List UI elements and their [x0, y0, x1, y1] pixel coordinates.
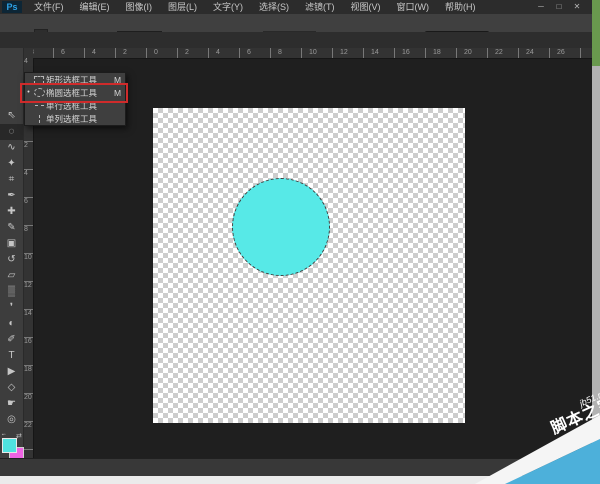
- document-canvas[interactable]: [153, 108, 465, 423]
- ruler-number: 12: [340, 48, 348, 57]
- menu-item[interactable]: 窗口(W): [389, 0, 438, 14]
- ruler-number: 4: [92, 48, 96, 57]
- zoom-tool[interactable]: ◎: [0, 412, 23, 428]
- menu-item[interactable]: 文件(F): [26, 0, 72, 14]
- ruler-number: 4: [216, 48, 220, 57]
- menu-item[interactable]: 图层(L): [160, 0, 205, 14]
- ruler-number: 2: [185, 48, 189, 57]
- ruler-number: 2: [123, 48, 127, 57]
- ruler-number: 20: [24, 394, 32, 401]
- foreground-color-swatch[interactable]: [2, 438, 17, 453]
- ruler-number: 6: [61, 48, 65, 57]
- ruler-number: 22: [24, 422, 32, 429]
- close-button[interactable]: ✕: [568, 0, 586, 14]
- brush-tool[interactable]: ✎: [0, 220, 23, 236]
- menu-item[interactable]: 编辑(E): [72, 0, 118, 14]
- desktop-edge-green: [592, 0, 600, 66]
- dashed-column-icon: [32, 115, 46, 123]
- horizontal-ruler: 864202468101214161820222426: [23, 48, 592, 59]
- dashed-row-icon: [32, 105, 46, 106]
- ruler-number: 6: [24, 198, 28, 205]
- menu-item[interactable]: 视图(V): [343, 0, 389, 14]
- tab-bar: 未标题-1 @ 25% (图层 1, RGB/8) * ×: [0, 32, 600, 48]
- dodge-tool[interactable]: ◐: [0, 316, 23, 332]
- ruler-number: 0: [154, 48, 158, 57]
- ruler-number: 24: [526, 48, 534, 57]
- pen-tool[interactable]: ✐: [0, 332, 23, 348]
- ruler-number: 26: [557, 48, 565, 57]
- photoshop-window: Ps 文件(F)编辑(E)图像(I)图层(L)文字(Y)选择(S)滤镜(T)视图…: [0, 0, 600, 484]
- ruler-number: 16: [402, 48, 410, 57]
- ruler-number: 4: [24, 58, 28, 65]
- options-bar: ▾ □◫⊟⊡ 羽化: 0 像素 ✓ 消除锯齿 样式: 正常 ▾ 宽度: ⇄ 高度…: [0, 14, 600, 33]
- ruler-number: 8: [24, 226, 28, 233]
- flyout-item[interactable]: 单列选框工具: [25, 112, 125, 125]
- ruler-number: 18: [433, 48, 441, 57]
- history-brush-tool[interactable]: ↺: [0, 252, 23, 268]
- dashed-column-icon-shape: [39, 115, 40, 123]
- tools-panel: ⇖◌∿✦⌗✒✚✎▣↺▱▒❜◐✐T▶◇☛◎ ▪▫ ⇄ ◧ ▤: [0, 48, 24, 458]
- ruler-number: 20: [464, 48, 472, 57]
- menu-item[interactable]: 滤镜(T): [297, 0, 343, 14]
- maximize-button[interactable]: □: [550, 0, 568, 14]
- menu-item[interactable]: 帮助(H): [437, 0, 484, 14]
- path-selection-tool[interactable]: ▶: [0, 364, 23, 380]
- elliptical-selection-circle: [232, 178, 330, 276]
- quick-selection-tool[interactable]: ✦: [0, 156, 23, 172]
- ruler-number: 22: [495, 48, 503, 57]
- ruler-number: 8: [278, 48, 282, 57]
- crop-tool[interactable]: ⌗: [0, 172, 23, 188]
- shape-tool[interactable]: ◇: [0, 380, 23, 396]
- menu-item[interactable]: 文字(Y): [205, 0, 251, 14]
- eyedropper-tool[interactable]: ✒: [0, 188, 23, 204]
- ruler-number: 2: [24, 142, 28, 149]
- ruler-number: 10: [309, 48, 317, 57]
- type-tool[interactable]: T: [0, 348, 23, 364]
- eraser-tool[interactable]: ▱: [0, 268, 23, 284]
- flyout-item-label: 单列选框工具: [46, 113, 114, 125]
- marquee-tool[interactable]: ◌: [0, 124, 23, 140]
- ruler-number: 14: [371, 48, 379, 57]
- dashed-row-icon-shape: [35, 105, 44, 106]
- blur-tool[interactable]: ❜: [0, 300, 23, 316]
- window-controls: ─□✕: [532, 0, 586, 14]
- minimize-button[interactable]: ─: [532, 0, 550, 14]
- ps-logo-icon: Ps: [2, 1, 22, 13]
- ruler-number: 14: [24, 310, 32, 317]
- red-highlight-box: [20, 83, 128, 103]
- ruler-number: 18: [24, 366, 32, 373]
- healing-brush-tool[interactable]: ✚: [0, 204, 23, 220]
- tool-list: ⇖◌∿✦⌗✒✚✎▣↺▱▒❜◐✐T▶◇☛◎: [0, 108, 23, 428]
- menu-items: 文件(F)编辑(E)图像(I)图层(L)文字(Y)选择(S)滤镜(T)视图(V)…: [26, 0, 484, 14]
- ruler-number: 12: [24, 282, 32, 289]
- lasso-tool[interactable]: ∿: [0, 140, 23, 156]
- ruler-number: 10: [24, 254, 32, 261]
- menu-item[interactable]: 图像(I): [118, 0, 161, 14]
- menu-bar: Ps 文件(F)编辑(E)图像(I)图层(L)文字(Y)选择(S)滤镜(T)视图…: [0, 0, 600, 15]
- ruler-number: 16: [24, 338, 32, 345]
- clone-stamp-tool[interactable]: ▣: [0, 236, 23, 252]
- menu-item[interactable]: 选择(S): [251, 0, 297, 14]
- ruler-corner: [23, 48, 33, 58]
- move-tool[interactable]: ⇖: [0, 108, 23, 124]
- gradient-tool[interactable]: ▒: [0, 284, 23, 300]
- hand-tool[interactable]: ☛: [0, 396, 23, 412]
- ruler-number: 4: [24, 170, 28, 177]
- ruler-number: 6: [247, 48, 251, 57]
